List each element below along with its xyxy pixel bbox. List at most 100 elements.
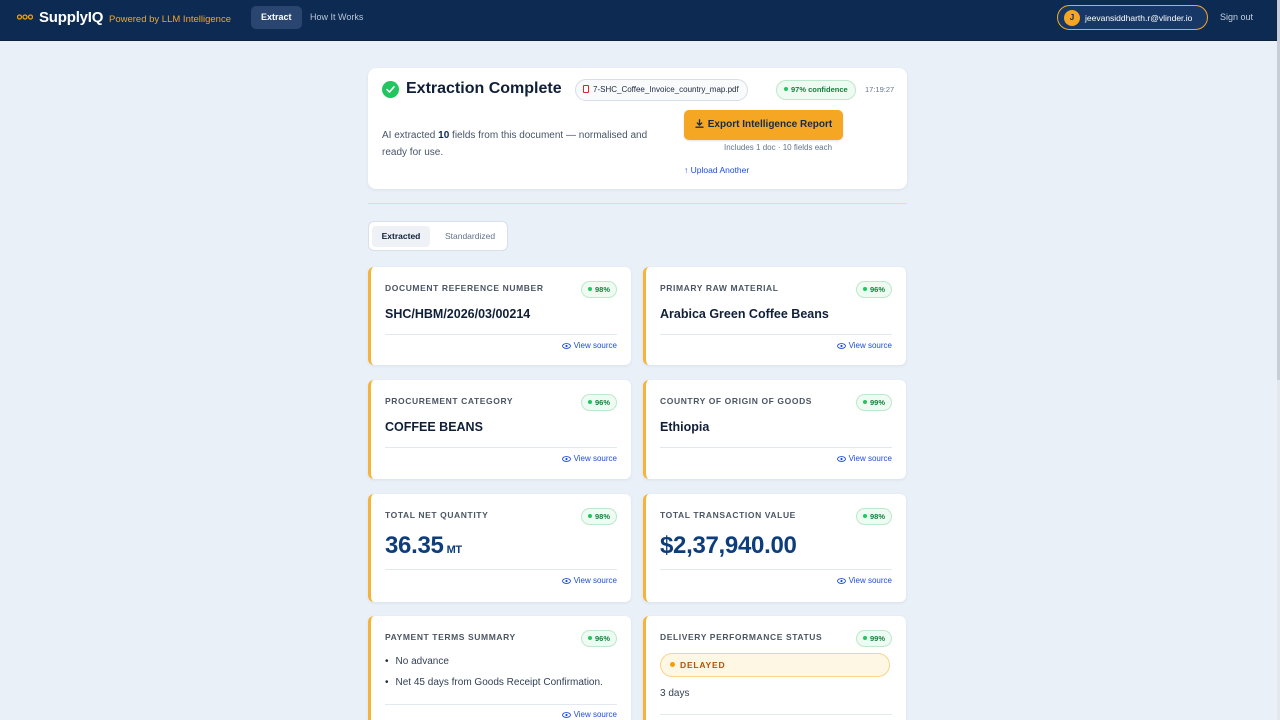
sign-out-button[interactable]: Sign out [1220,12,1253,22]
summary-description: AI extracted 10 fields from this documen… [382,127,672,161]
confidence-badge: 98% [580,281,617,298]
eye-icon [836,343,846,349]
card-divider [385,569,617,570]
confidence-text: 97% confidence [791,85,848,94]
timestamp: 17:19:27 [865,85,895,94]
status-dot-icon [587,287,592,291]
status-dot-icon [862,400,867,404]
view-source-link[interactable]: View source [836,454,892,463]
eye-icon [836,578,846,584]
quantity-number: 36.35 [385,532,444,559]
desc-prefix: AI extracted [382,130,436,141]
confidence-text: 96% [594,398,610,407]
field-card-document-reference: DOCUMENT REFERENCE NUMBER 98% SHC/HBM/20… [368,267,631,365]
export-label: Export Intelligence Report [707,119,833,130]
card-divider [385,334,617,335]
download-icon [695,119,704,128]
section-divider [368,203,907,204]
field-value: 36.35 MT [385,532,462,560]
card-divider [660,447,892,448]
file-name: 7-SHC_Coffee_Invoice_country_map.pdf [593,85,739,94]
status-badge: DELAYED [660,653,890,677]
nav-tab-how-it-works[interactable]: How It Works [300,6,373,29]
card-divider [660,569,892,570]
field-value: COFFEE BEANS [385,420,483,434]
view-source-label: View source [573,341,617,350]
confidence-badge: 98% [855,508,892,525]
confidence-badge: 99% [855,394,892,411]
status-dot-icon [862,636,867,640]
confidence-badge: 98% [580,508,617,525]
tab-extracted[interactable]: Extracted [372,226,430,247]
view-source-label: View source [848,576,892,585]
view-toggle: Extracted Standardized [368,221,508,251]
view-source-link[interactable]: View source [561,710,617,719]
field-card-transaction-value: TOTAL TRANSACTION VALUE 98% $2,37,940.00… [643,494,906,602]
card-divider [660,714,892,715]
confidence-badge: 96% [580,630,617,647]
logo-icon [17,14,33,20]
field-card-procurement-category: PROCUREMENT CATEGORY 96% COFFEE BEANS Vi… [368,380,631,479]
card-divider [660,334,892,335]
status-dot-icon [587,636,592,640]
field-label: COUNTRY OF ORIGIN OF GOODS [660,396,813,406]
field-card-net-quantity: TOTAL NET QUANTITY 98% 36.35 MT View sour… [368,494,631,602]
field-label: TOTAL TRANSACTION VALUE [660,510,796,520]
quantity-unit: MT [446,544,463,556]
field-label: DOCUMENT REFERENCE NUMBER [385,283,544,293]
export-report-button[interactable]: Export Intelligence Report [684,110,843,140]
top-nav-bar: SupplyIQ Powered by LLM Intelligence Ext… [0,0,1277,41]
field-label: PAYMENT TERMS SUMMARY [385,632,516,642]
confidence-text: 99% [869,398,885,407]
file-chip: 7-SHC_Coffee_Invoice_country_map.pdf [575,79,748,101]
view-source-link[interactable]: View source [561,576,617,585]
view-source-link[interactable]: View source [561,454,617,463]
eye-icon [561,578,571,584]
field-value: SHC/HBM/2026/03/00214 [385,307,531,321]
confidence-badge: 97% confidence [776,80,856,100]
confidence-text: 99% [869,634,885,643]
confidence-badge: 96% [855,281,892,298]
view-source-link[interactable]: View source [836,341,892,350]
check-circle-icon [382,81,399,98]
view-source-label: View source [848,341,892,350]
payment-terms-list: No advance Net 45 days from Goods Receip… [385,656,603,698]
upload-another-link[interactable]: ↑ Upload Another [684,165,749,175]
field-label: PRIMARY RAW MATERIAL [660,283,779,293]
tab-standardized[interactable]: Standardized [435,226,505,247]
pdf-file-icon [583,85,589,93]
delay-detail: 3 days [660,688,690,699]
avatar: J [1064,10,1080,26]
eye-icon [836,456,846,462]
status-dot-icon [587,400,592,404]
field-count: 10 [438,130,450,141]
field-value: Ethiopia [660,420,710,434]
status-dot-icon [784,87,788,91]
nav-tab-extract[interactable]: Extract [251,6,302,29]
brand-name[interactable]: SupplyIQ [39,9,103,26]
field-value: $2,37,940.00 [660,532,797,559]
list-item: No advance [385,656,603,677]
user-email: jeevansiddharth.r@vlinder.io [1085,13,1193,23]
field-label: TOTAL NET QUANTITY [385,510,489,520]
view-source-link[interactable]: View source [561,341,617,350]
field-label: DELIVERY PERFORMANCE STATUS [660,632,823,642]
view-source-label: View source [573,576,617,585]
summary-title: Extraction Complete [406,80,562,97]
view-source-label: View source [848,454,892,463]
status-dot-icon [862,514,867,518]
view-source-label: View source [573,710,617,719]
field-label: PROCUREMENT CATEGORY [385,396,514,406]
eye-icon [561,343,571,349]
brand-tagline: Powered by LLM Intelligence [109,14,231,25]
extraction-summary-card: Extraction Complete 7-SHC_Coffee_Invoice… [368,68,907,189]
user-menu[interactable]: J jeevansiddharth.r@vlinder.io [1057,5,1208,30]
confidence-badge: 99% [855,630,892,647]
export-note: Includes 1 doc · 10 fields each [724,143,833,152]
view-source-link[interactable]: View source [836,576,892,585]
field-card-payment-terms: PAYMENT TERMS SUMMARY 96% No advance Net… [368,616,631,720]
confidence-text: 98% [594,285,610,294]
field-card-country-of-origin: COUNTRY OF ORIGIN OF GOODS 99% Ethiopia … [643,380,906,479]
confidence-text: 96% [869,285,885,294]
status-dot-icon [587,514,592,518]
